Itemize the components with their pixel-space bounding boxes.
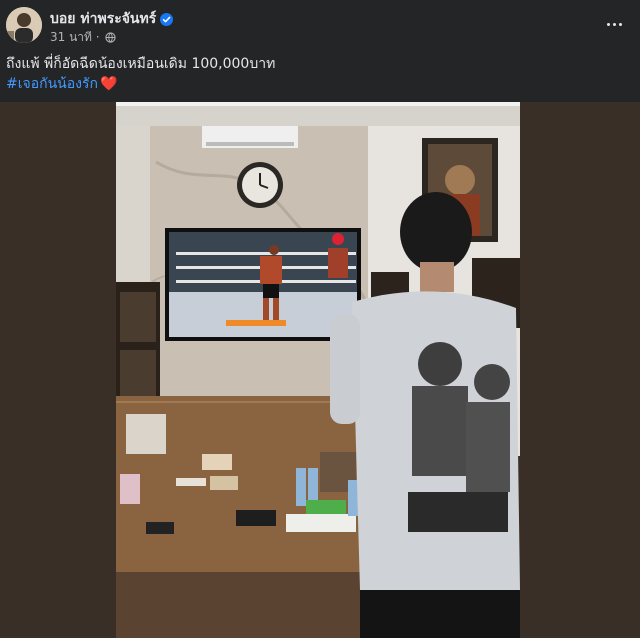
hashtag-link[interactable]: #เจอกันน้องรัก	[6, 76, 98, 92]
post-header: บอย ท่าพระจันทร์ 31 นาที ·	[0, 0, 640, 50]
hashtag-line: #เจอกันน้องรัก ❤️	[6, 73, 117, 95]
photo-illustration	[116, 102, 520, 638]
heart-emoji: ❤️	[99, 76, 118, 92]
author-name[interactable]: บอย ท่าพระจันทร์	[50, 8, 174, 30]
author-name-text[interactable]: บอย ท่าพระจันทร์	[50, 11, 156, 27]
more-options-button[interactable]	[602, 12, 626, 36]
post-time[interactable]: 31 นาที	[50, 30, 92, 44]
globe-icon	[105, 32, 117, 43]
post-photo[interactable]	[116, 102, 520, 638]
post-media[interactable]	[0, 102, 640, 638]
verified-badge-icon	[160, 12, 174, 26]
avatar[interactable]	[6, 7, 42, 43]
more-options-icon	[606, 22, 610, 26]
post-caption: ถึงแพ้ พี่ก็อัดฉีดน้องเหมือนเดิม 100,000…	[6, 56, 276, 72]
post-meta: 31 นาที ·	[50, 28, 117, 47]
